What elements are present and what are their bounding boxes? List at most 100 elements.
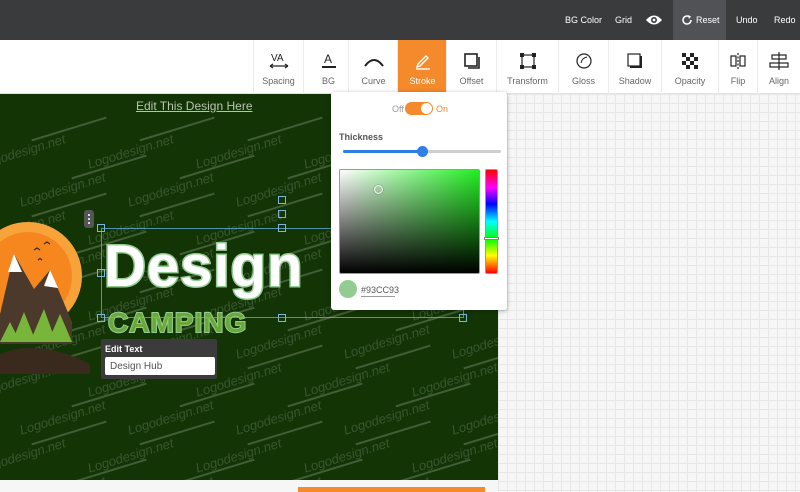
resize-handle-top-left[interactable] <box>97 224 105 232</box>
tool-label: Gloss <box>571 76 595 86</box>
watermark-text: Logodesign.net <box>193 131 284 172</box>
svg-text:VA: VA <box>271 53 284 64</box>
tool-transform[interactable]: Transform <box>496 40 558 94</box>
watermark-text: Logodesign.net <box>409 359 498 400</box>
watermark-line <box>31 116 107 141</box>
slider-fill <box>343 150 422 153</box>
preview-button[interactable] <box>645 0 665 40</box>
watermark-line <box>247 116 323 141</box>
bg-color-button[interactable]: BG Color <box>565 0 602 40</box>
offset-icon <box>463 53 480 69</box>
align-icon <box>769 52 789 70</box>
watermark-text: Logodesign.net <box>449 321 498 362</box>
tool-label: Flip <box>730 76 746 86</box>
tool-gloss[interactable]: Gloss <box>558 40 608 94</box>
transform-icon <box>519 53 536 69</box>
tool-stroke[interactable]: Stroke <box>397 40 447 94</box>
text-background-icon: A <box>321 52 336 68</box>
watermark-text: Logodesign.net <box>0 435 68 476</box>
watermark-text: Logodesign.net <box>85 131 176 172</box>
reset-label: Reset <box>696 15 720 25</box>
reset-icon <box>682 15 692 25</box>
watermark-text: Logodesign.net <box>17 397 108 438</box>
toggle-on-label: On <box>436 104 449 114</box>
workspace-grid <box>498 94 800 492</box>
letter-spacing-icon: VA <box>269 53 288 69</box>
watermark-text: Logodesign.net <box>301 435 392 476</box>
hue-slider[interactable] <box>484 169 499 274</box>
toggle-off-label: Off <box>392 104 404 114</box>
tool-opacity[interactable]: Opacity <box>661 40 718 94</box>
thickness-label: Thickness <box>339 132 384 142</box>
camping-emblem <box>0 222 90 374</box>
slider-thumb[interactable] <box>417 146 428 157</box>
flip-icon <box>730 53 746 69</box>
tool-label: Spacing <box>262 76 295 86</box>
edit-text-title: Edit Text <box>105 344 143 354</box>
resize-handle-bottom[interactable] <box>278 314 286 322</box>
tool-flip[interactable]: Flip <box>718 40 757 94</box>
color-picker-cursor[interactable] <box>374 185 383 194</box>
tool-label: Stroke <box>409 76 436 86</box>
tool-label: Curve <box>361 76 386 86</box>
resize-handle-bottom-right[interactable] <box>459 314 467 322</box>
tool-label: Shadow <box>618 76 652 86</box>
rotate-handle[interactable] <box>278 196 286 204</box>
watermark-text: Logodesign.net <box>409 435 498 476</box>
watermark-text: Logodesign.net <box>341 397 432 438</box>
toggle-knob <box>421 103 432 114</box>
watermark-text: Logodesign.net <box>450 473 498 480</box>
curve-icon <box>363 59 384 67</box>
stroke-settings-panel: Off On Thickness #93CC93 <box>331 92 507 310</box>
more-options-button[interactable] <box>84 210 94 228</box>
checkerboard-icon <box>682 53 698 69</box>
thickness-slider[interactable] <box>343 146 501 157</box>
color-swatch <box>339 280 357 298</box>
resize-handle-top-mid[interactable] <box>278 210 286 218</box>
tool-curve[interactable]: Curve <box>348 40 398 94</box>
watermark-line <box>139 116 215 141</box>
gloss-icon <box>575 53 592 69</box>
grid-button[interactable]: Grid <box>615 0 632 40</box>
watermark-text: Logodesign.net <box>85 435 176 476</box>
tool-label: Opacity <box>674 76 706 86</box>
tool-spacing[interactable]: VA Spacing <box>253 40 303 94</box>
reset-button[interactable]: Reset <box>673 0 726 40</box>
resize-handle-bottom-left[interactable] <box>97 314 105 322</box>
redo-button[interactable]: Redo <box>774 0 796 40</box>
tool-label: Align <box>768 76 789 86</box>
tool-label: BG <box>321 76 335 86</box>
edit-design-link[interactable]: Edit This Design Here <box>136 99 253 113</box>
pen-stroke-icon <box>415 55 430 70</box>
saturation-value-picker[interactable] <box>339 169 480 274</box>
eye-icon <box>646 15 662 25</box>
watermark-text: Logodesign.net <box>233 397 324 438</box>
tool-align[interactable]: Align <box>757 40 800 94</box>
bottom-action-bar[interactable] <box>298 487 485 492</box>
watermark-text: Logodesign.net <box>0 131 68 172</box>
undo-button[interactable]: Undo <box>736 0 758 40</box>
watermark-text: Logodesign.net <box>449 397 498 438</box>
edit-text-input[interactable] <box>105 357 215 375</box>
tool-shadow[interactable]: Shadow <box>608 40 661 94</box>
shadow-icon <box>627 53 642 68</box>
watermark-text: Logodesign.net <box>301 359 392 400</box>
tool-offset[interactable]: Offset <box>446 40 496 94</box>
watermark-text: Logodesign.net <box>193 435 284 476</box>
watermark-text: Logodesign.net <box>17 169 108 210</box>
watermark-text: Logodesign.net <box>341 321 432 362</box>
stroke-toggle[interactable] <box>405 102 433 115</box>
resize-handle-left[interactable] <box>97 269 105 277</box>
resize-handle-top[interactable] <box>278 224 286 232</box>
text-tools-toolbar: VA Spacing A BG Curve Stroke Offset Tran… <box>0 40 800 94</box>
top-bar: BG Color Grid Reset Undo Redo <box>0 0 800 40</box>
tool-bg[interactable]: A BG <box>303 40 353 94</box>
watermark-text: Logodesign.net <box>125 169 216 210</box>
hue-slider-handle[interactable] <box>484 237 499 240</box>
hex-input[interactable]: #93CC93 <box>361 285 399 297</box>
watermark-text: Logodesign.net <box>125 397 216 438</box>
tool-label: Transform <box>507 76 548 86</box>
tool-label: Offset <box>459 76 484 86</box>
edit-text-popup: Edit Text <box>101 339 217 379</box>
svg-text:A: A <box>324 52 332 66</box>
